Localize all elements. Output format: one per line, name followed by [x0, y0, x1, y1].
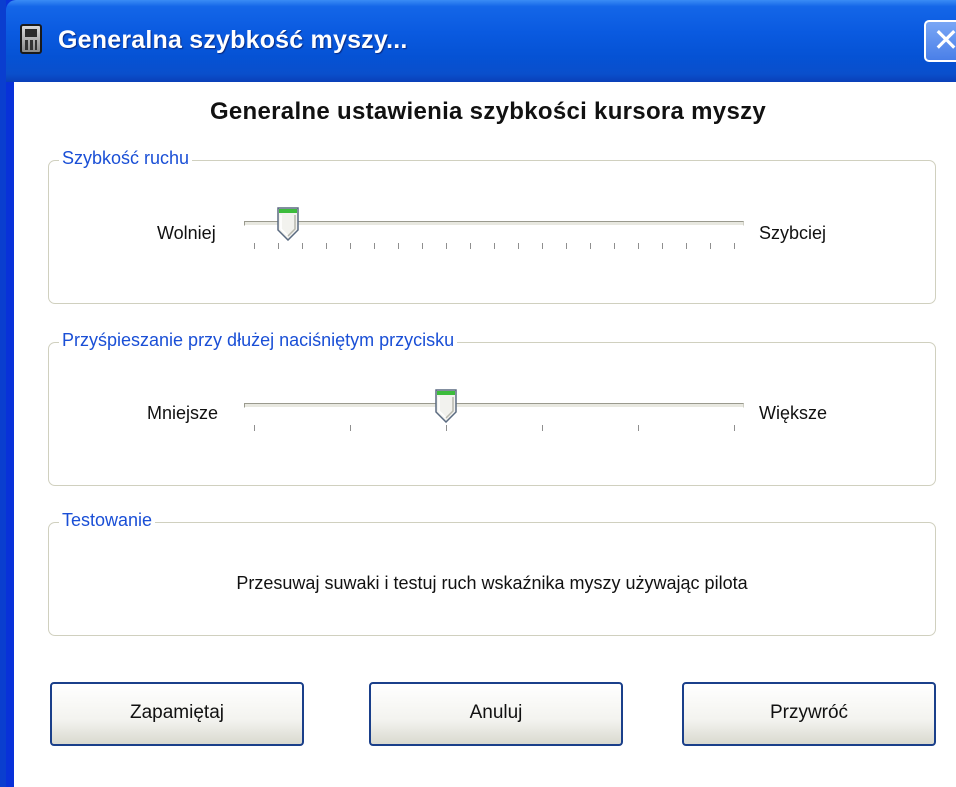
speed-slider-tick	[590, 243, 591, 249]
speed-slider-track[interactable]	[244, 221, 744, 226]
acceleration-groupbox: Przyśpieszanie przy dłużej naciśniętym p…	[48, 330, 936, 486]
speed-slider-tick	[350, 243, 351, 249]
title-bar[interactable]: Generalna szybkość myszy... ✕	[6, 0, 956, 82]
speed-slider-tick	[662, 243, 663, 249]
speed-slider[interactable]	[244, 201, 744, 261]
testing-instructions: Przesuwaj suwaki i testuj ruch wskaźnika…	[236, 573, 748, 593]
restore-button[interactable]: Przywróć	[682, 682, 936, 746]
speed-group-label: Szybkość ruchu	[59, 148, 193, 169]
acceleration-slider-tick	[638, 425, 639, 431]
acceleration-max-label: Większe	[759, 403, 828, 423]
speed-slider-tick	[446, 243, 447, 249]
speed-slider-tick	[326, 243, 327, 249]
speed-slider-tick	[302, 243, 303, 249]
save-button[interactable]: Zapamiętaj	[50, 682, 304, 746]
close-button[interactable]: ✕	[924, 20, 956, 62]
speed-slider-tick	[710, 243, 711, 249]
window-title: Generalna szybkość myszy...	[58, 26, 408, 54]
acceleration-min-label: Mniejsze	[147, 403, 219, 423]
acceleration-group-label: Przyśpieszanie przy dłużej naciśniętym p…	[59, 330, 458, 351]
speed-slider-tick	[494, 243, 495, 249]
acceleration-slider[interactable]	[244, 383, 744, 443]
speed-slider-tick	[398, 243, 399, 249]
acceleration-slider-tick	[734, 425, 735, 431]
speed-slider-tick	[734, 243, 735, 249]
acceleration-slider-thumb[interactable]	[435, 389, 457, 423]
speed-groupbox: Szybkość ruchu Wolniej Szybciej	[48, 148, 936, 304]
speed-slider-tick	[566, 243, 567, 249]
speed-slider-tick	[518, 243, 519, 249]
acceleration-slider-track[interactable]	[244, 403, 744, 408]
acceleration-slider-tick	[254, 425, 255, 431]
acceleration-slider-tick	[542, 425, 543, 431]
acceleration-slider-tick	[446, 425, 447, 431]
speed-slider-thumb[interactable]	[276, 207, 299, 241]
acceleration-slider-tick	[350, 425, 351, 431]
close-icon: ✕	[933, 21, 956, 59]
speed-max-label: Szybciej	[759, 223, 827, 243]
cancel-button[interactable]: Anuluj	[369, 682, 623, 746]
speed-slider-tick	[278, 243, 279, 249]
speed-slider-tick	[470, 243, 471, 249]
dialog-window: Generalna szybkość myszy... ✕ Generalne …	[0, 0, 956, 787]
speed-slider-tick	[422, 243, 423, 249]
speed-slider-tick	[542, 243, 543, 249]
speed-slider-tick	[254, 243, 255, 249]
testing-groupbox: Testowanie Przesuwaj suwaki i testuj ruc…	[48, 510, 936, 636]
speed-slider-tick	[686, 243, 687, 249]
remote-control-icon	[20, 24, 42, 54]
page-title: Generalne ustawienia szybkości kursora m…	[209, 98, 767, 125]
speed-slider-tick	[638, 243, 639, 249]
dialog-client-area: Generalne ustawienia szybkości kursora m…	[14, 82, 956, 787]
speed-min-label: Wolniej	[157, 223, 216, 243]
speed-slider-tick	[374, 243, 375, 249]
testing-group-label: Testowanie	[59, 510, 156, 531]
speed-slider-tick	[614, 243, 615, 249]
